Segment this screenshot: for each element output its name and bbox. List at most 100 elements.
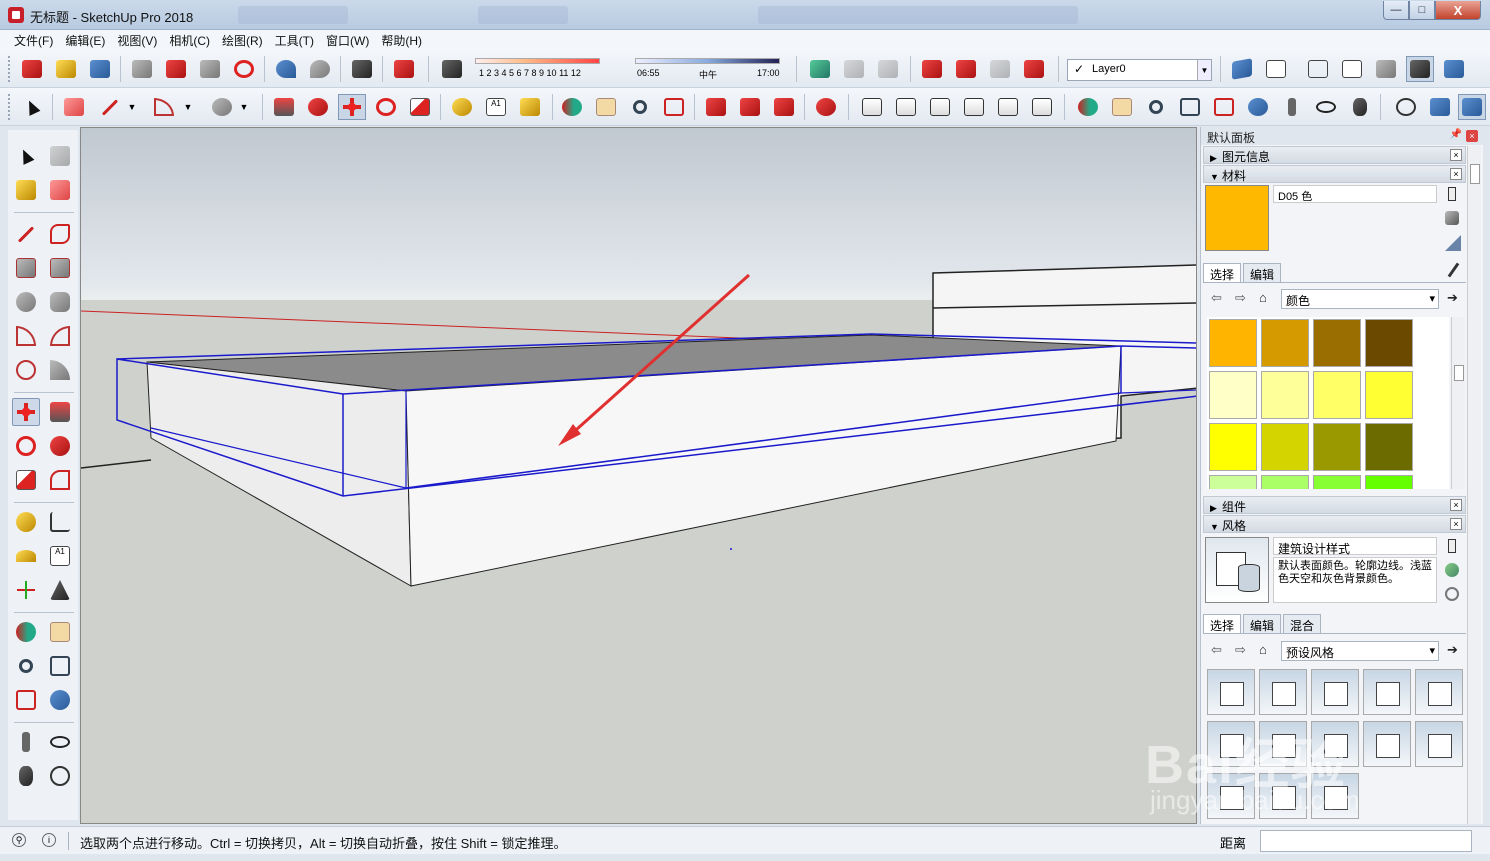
- tray-scrollbar[interactable]: [1467, 146, 1481, 824]
- cut-icon[interactable]: [128, 56, 156, 82]
- display-secondary-icon[interactable]: [1443, 537, 1461, 555]
- toolbar-grip[interactable]: [8, 94, 11, 120]
- style-thumbnail[interactable]: [1207, 669, 1255, 715]
- share-model-icon[interactable]: [952, 56, 980, 82]
- print-icon[interactable]: [348, 56, 376, 82]
- eraser-icon[interactable]: [46, 176, 74, 204]
- tab-mix[interactable]: 混合: [1283, 614, 1322, 633]
- material-swatch[interactable]: [1313, 423, 1361, 471]
- hidden-line-style-icon[interactable]: [1338, 56, 1366, 82]
- material-swatch[interactable]: [1365, 319, 1413, 367]
- dimension-icon[interactable]: [46, 508, 74, 536]
- extension-warehouse-icon[interactable]: [812, 94, 840, 120]
- material-swatch[interactable]: [1209, 475, 1257, 489]
- zoom-icon[interactable]: [626, 94, 654, 120]
- three-point-arc-icon[interactable]: [12, 356, 40, 384]
- push-pull-icon[interactable]: [270, 94, 298, 120]
- previous-view-icon[interactable]: [46, 686, 74, 714]
- menu-edit[interactable]: 编辑(E): [59, 32, 111, 49]
- menu-file[interactable]: 文件(F): [8, 32, 59, 49]
- look-around-eye-icon[interactable]: [46, 728, 74, 756]
- pencil-line-icon[interactable]: [96, 94, 124, 120]
- paint-bucket-icon[interactable]: [12, 176, 40, 204]
- close-icon[interactable]: ×: [1450, 499, 1462, 511]
- back-edges-style-icon[interactable]: [1262, 56, 1290, 82]
- tab-select[interactable]: 选择: [1203, 263, 1242, 282]
- month-slider-track[interactable]: [475, 58, 600, 64]
- model-info-icon[interactable]: [390, 56, 418, 82]
- menu-help[interactable]: 帮助(H): [375, 32, 428, 49]
- forward-arrow-icon[interactable]: ⇨: [1235, 290, 1246, 306]
- measurements-input[interactable]: [1260, 830, 1472, 852]
- text-label-icon[interactable]: A1: [482, 94, 510, 120]
- tab-edit[interactable]: 编辑: [1243, 614, 1282, 633]
- zoom-icon[interactable]: [1142, 94, 1170, 120]
- orbit-icon[interactable]: [558, 94, 586, 120]
- material-swatch[interactable]: [1261, 319, 1309, 367]
- position-camera-icon[interactable]: [12, 728, 40, 756]
- maximize-button[interactable]: □: [1409, 1, 1435, 20]
- menu-view[interactable]: 视图(V): [111, 32, 163, 49]
- open-folder-icon[interactable]: [52, 56, 80, 82]
- style-thumbnail[interactable]: [1363, 721, 1411, 767]
- pencil-line-icon[interactable]: [12, 220, 40, 248]
- push-pull-icon[interactable]: [46, 398, 74, 426]
- make-component-icon[interactable]: [46, 142, 74, 170]
- follow-me-icon[interactable]: [304, 94, 332, 120]
- zoom-extents-icon[interactable]: [660, 94, 688, 120]
- tab-edit[interactable]: 编辑: [1243, 263, 1282, 282]
- close-icon[interactable]: ×: [1450, 149, 1462, 161]
- eyedropper-icon[interactable]: [1445, 261, 1463, 279]
- close-icon[interactable]: ×: [1450, 518, 1462, 530]
- display-secondary-icon[interactable]: [1443, 185, 1461, 203]
- material-name-field[interactable]: D05 色: [1273, 185, 1437, 203]
- material-swatch[interactable]: [1313, 475, 1361, 489]
- material-swatch[interactable]: [1365, 423, 1413, 471]
- material-swatch[interactable]: [1209, 423, 1257, 471]
- rotate-icon[interactable]: [12, 432, 40, 460]
- material-library-select[interactable]: 颜色: [1281, 289, 1439, 309]
- 3d-text-icon[interactable]: [46, 576, 74, 604]
- zoom-window-icon[interactable]: [46, 652, 74, 680]
- section-plane-icon[interactable]: [1392, 94, 1420, 120]
- two-point-arc-icon[interactable]: [46, 322, 74, 350]
- forward-arrow-icon[interactable]: ⇨: [1235, 642, 1246, 658]
- tab-select[interactable]: 选择: [1203, 614, 1242, 633]
- tape-measure-icon[interactable]: [448, 94, 476, 120]
- left-view-icon[interactable]: [1028, 94, 1056, 120]
- walk-footprints-icon[interactable]: [12, 762, 40, 790]
- close-button[interactable]: X: [1435, 1, 1481, 20]
- rotate-icon[interactable]: [372, 94, 400, 120]
- right-view-icon[interactable]: [960, 94, 988, 120]
- tape-measure-icon[interactable]: [12, 508, 40, 536]
- undo-icon[interactable]: [272, 56, 300, 82]
- axes-icon[interactable]: [12, 576, 40, 604]
- move-icon[interactable]: [338, 94, 366, 120]
- scene-canvas[interactable]: [81, 128, 1197, 824]
- select-arrow-icon[interactable]: [12, 142, 40, 170]
- materials-scrollbar[interactable]: [1451, 317, 1465, 489]
- menu-tools[interactable]: 工具(T): [269, 32, 320, 49]
- protractor-icon[interactable]: [12, 542, 40, 570]
- chevron-down-icon[interactable]: ▼: [124, 94, 140, 120]
- default-material-icon[interactable]: [1443, 233, 1461, 251]
- look-around-eye-icon[interactable]: [1312, 94, 1340, 120]
- style-thumbnail[interactable]: [1415, 669, 1463, 715]
- zoom-icon[interactable]: [12, 652, 40, 680]
- offset-icon[interactable]: [46, 466, 74, 494]
- erase-delete-icon[interactable]: [230, 56, 258, 82]
- geolocation-icon[interactable]: ⚲: [12, 833, 26, 847]
- zoom-window-icon[interactable]: [1176, 94, 1204, 120]
- polygon-icon[interactable]: [46, 288, 74, 316]
- style-thumbnail[interactable]: [1259, 669, 1307, 715]
- time-slider-track[interactable]: [635, 58, 780, 64]
- modeling-viewport[interactable]: [80, 127, 1197, 824]
- redo-icon[interactable]: [306, 56, 334, 82]
- shaded-textures-style-icon[interactable]: [1406, 56, 1434, 82]
- entity-info-header[interactable]: ▶ 图元信息 ×: [1203, 146, 1466, 164]
- chevron-down-icon[interactable]: ▼: [236, 94, 252, 120]
- shaded-style-icon[interactable]: [1372, 56, 1400, 82]
- chevron-down-icon[interactable]: ▼: [180, 94, 196, 120]
- front-view-icon[interactable]: [926, 94, 954, 120]
- details-arrow-icon[interactable]: ➔: [1447, 642, 1458, 658]
